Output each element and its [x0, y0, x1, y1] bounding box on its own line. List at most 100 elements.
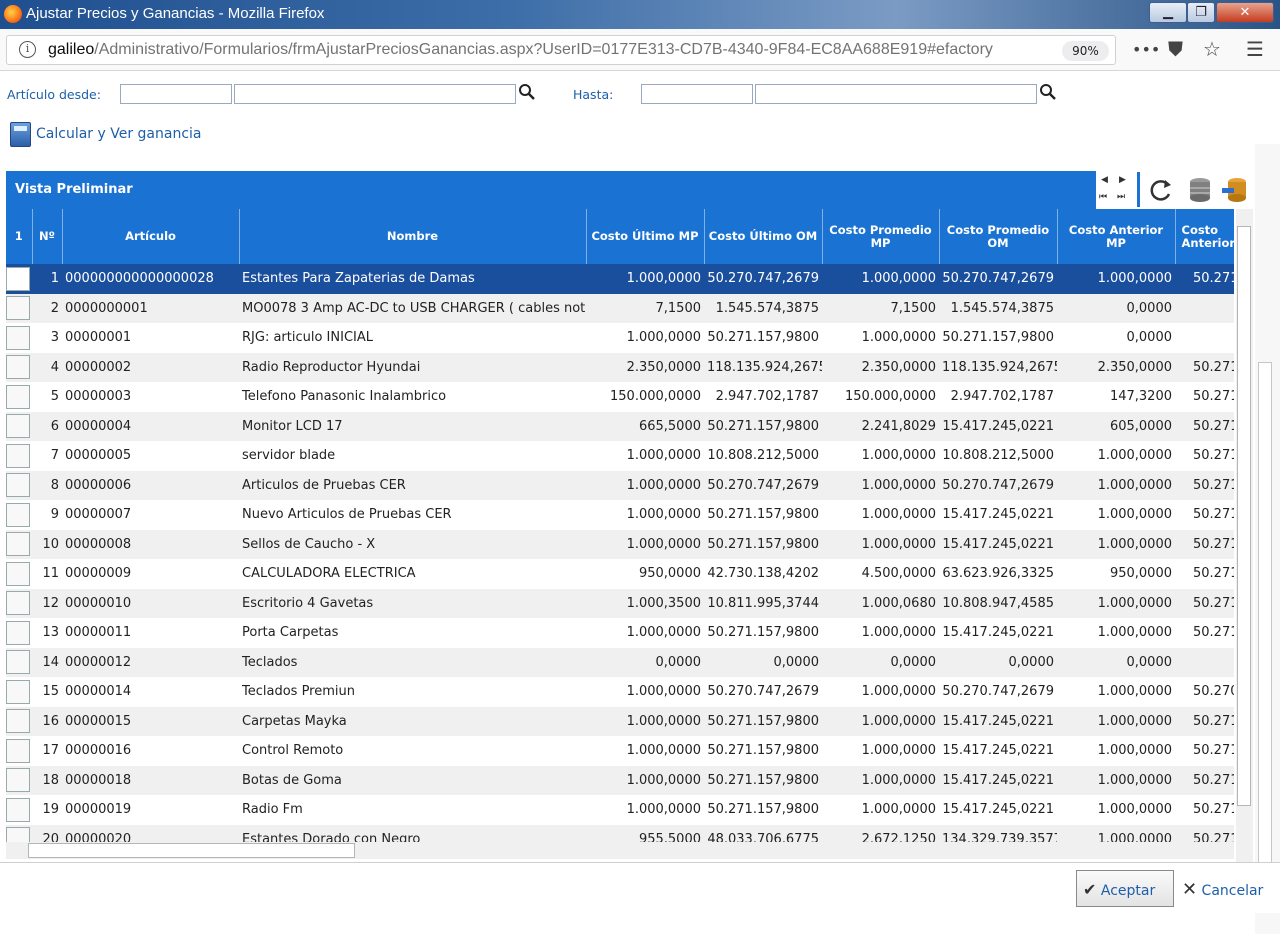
- grid-horizontal-scroll-thumb[interactable]: [28, 843, 355, 858]
- row-checkbox[interactable]: [6, 591, 30, 616]
- row-checkbox-cell[interactable]: [6, 618, 32, 648]
- table-row[interactable]: 5 00000003 Telefono Panasonic Inalambrico 1…: [6, 382, 1234, 412]
- row-checkbox-cell[interactable]: [6, 264, 32, 294]
- row-checkbox[interactable]: [6, 797, 30, 822]
- row-checkbox[interactable]: [6, 738, 30, 763]
- zoom-indicator[interactable]: 90%: [1062, 41, 1109, 61]
- table-row[interactable]: 8 00000006 Articulos de Pruebas CER 1.000,0…: [6, 470, 1234, 501]
- row-checkbox-cell[interactable]: [6, 589, 32, 619]
- row-checkbox[interactable]: [6, 620, 30, 645]
- search-hasta-icon[interactable]: [1039, 83, 1057, 105]
- search-desde-icon[interactable]: [518, 83, 536, 105]
- articulo-desde-code-input[interactable]: [120, 84, 232, 104]
- table-row[interactable]: 1 000000000000000028 Estantes Para Zapater…: [6, 264, 1234, 294]
- row-checkbox[interactable]: [6, 827, 30, 842]
- row-checkbox-cell[interactable]: [6, 353, 32, 383]
- database-export-icon[interactable]: [1187, 176, 1214, 204]
- row-checkbox[interactable]: [6, 266, 30, 291]
- maximize-button[interactable]: ❐: [1187, 2, 1215, 23]
- table-row[interactable]: 11 00000009 CALCULADORA ELECTRICA 950,0000 4…: [6, 559, 1234, 589]
- row-checkbox-cell[interactable]: [6, 500, 32, 530]
- header-costo-promedio-om[interactable]: Costo Promedio OM: [939, 209, 1058, 264]
- row-checkbox[interactable]: [6, 532, 30, 557]
- row-checkbox[interactable]: [6, 355, 30, 380]
- minimize-button[interactable]: ▁: [1149, 2, 1187, 23]
- articulo-desde-name-input[interactable]: [234, 84, 516, 104]
- hasta-name-input[interactable]: [755, 84, 1037, 104]
- table-row[interactable]: 16 00000015 Carpetas Mayka 1.000,0000 50.271…: [6, 706, 1234, 737]
- row-checkbox-cell[interactable]: [6, 648, 32, 678]
- row-checkbox[interactable]: [6, 650, 30, 675]
- table-row[interactable]: 2 0000000001 MO0078 3 Amp AC-DC to USB CHA…: [6, 293, 1234, 324]
- table-row[interactable]: 7 00000005 servidor blade 1.000,0000 10.808.…: [6, 441, 1234, 471]
- row-checkbox[interactable]: [6, 502, 30, 527]
- bookmark-star-icon[interactable]: ☆: [1203, 37, 1221, 61]
- database-import-icon[interactable]: [1220, 176, 1249, 204]
- row-checkbox[interactable]: [6, 384, 30, 409]
- row-checkbox-cell[interactable]: [6, 471, 32, 501]
- pocket-icon[interactable]: ⛊: [1168, 37, 1183, 61]
- hasta-code-input[interactable]: [641, 84, 753, 104]
- table-row[interactable]: 4 00000002 Radio Reproductor Hyundai 2.350,…: [6, 352, 1234, 383]
- row-checkbox-cell[interactable]: [6, 766, 32, 796]
- table-row[interactable]: 13 00000011 Porta Carpetas 1.000,0000 50.271…: [6, 618, 1234, 648]
- calculator-icon[interactable]: [10, 122, 31, 147]
- page-vertical-scroll-thumb[interactable]: [1258, 362, 1272, 910]
- row-checkbox[interactable]: [6, 296, 30, 321]
- table-row[interactable]: 17 00000016 Control Remoto 1.000,0000 50.271…: [6, 736, 1234, 766]
- last-page-icon[interactable]: ⏭: [1117, 192, 1125, 202]
- row-checkbox-cell[interactable]: [6, 441, 32, 471]
- page-actions-icon[interactable]: •••: [1132, 40, 1160, 59]
- first-page-icon[interactable]: ⏮: [1099, 192, 1107, 202]
- row-checkbox[interactable]: [6, 561, 30, 586]
- table-row[interactable]: 6 00000004 Monitor LCD 17 665,5000 50.271.15…: [6, 411, 1234, 442]
- row-checkbox[interactable]: [6, 709, 30, 734]
- header-articulo[interactable]: Artículo: [62, 209, 240, 264]
- cancelar-button[interactable]: ✕ Cancelar: [1180, 870, 1276, 907]
- header-costo-anterior-om[interactable]: Costo Anterior OM: [1175, 209, 1234, 264]
- aceptar-button[interactable]: ✔ Aceptar: [1076, 870, 1174, 907]
- grid-vertical-scroll-thumb[interactable]: [1237, 226, 1251, 806]
- row-checkbox-cell[interactable]: [6, 825, 32, 842]
- row-checkbox[interactable]: [6, 443, 30, 468]
- table-row[interactable]: 9 00000007 Nuevo Articulos de Pruebas CER 1…: [6, 500, 1234, 530]
- table-row[interactable]: 12 00000010 Escritorio 4 Gavetas 1.000,3500…: [6, 588, 1234, 619]
- table-row[interactable]: 14 00000012 Teclados 0,0000 0,0000 0,0000 0,00…: [6, 647, 1234, 678]
- row-checkbox-cell[interactable]: [6, 736, 32, 766]
- next-page-icon[interactable]: ▶: [1119, 175, 1126, 185]
- header-nombre[interactable]: Nombre: [239, 209, 587, 264]
- calcular-ganancia-link[interactable]: Calcular y Ver ganancia: [36, 126, 202, 142]
- row-checkbox[interactable]: [6, 325, 30, 350]
- refresh-icon[interactable]: [1148, 176, 1175, 204]
- row-checkbox-cell[interactable]: [6, 559, 32, 589]
- header-select[interactable]: 1: [6, 209, 33, 264]
- row-checkbox[interactable]: [6, 768, 30, 793]
- header-costo-promedio-mp[interactable]: Costo Promedio MP: [822, 209, 940, 264]
- close-button[interactable]: ✕: [1216, 2, 1274, 23]
- header-costo-ultimo-om[interactable]: Costo Último OM: [704, 209, 823, 264]
- url-bar[interactable]: i galileo/Administrativo/Formularios/frm…: [6, 35, 1116, 65]
- prev-page-icon[interactable]: ◀: [1101, 175, 1108, 185]
- hamburger-menu-icon[interactable]: ☰: [1246, 37, 1264, 61]
- table-row[interactable]: 20 00000020 Estantes Dorado con Negro 955,5…: [6, 824, 1234, 842]
- row-checkbox-cell[interactable]: [6, 795, 32, 825]
- header-costo-anterior-mp[interactable]: Costo Anterior MP: [1057, 209, 1176, 264]
- row-checkbox[interactable]: [6, 473, 30, 498]
- info-icon[interactable]: i: [19, 41, 36, 58]
- row-checkbox-cell[interactable]: [6, 323, 32, 353]
- row-checkbox-cell[interactable]: [6, 677, 32, 707]
- row-checkbox-cell[interactable]: [6, 382, 32, 412]
- url-text[interactable]: galileo/Administrativo/Formularios/frmAj…: [48, 41, 993, 59]
- row-checkbox-cell[interactable]: [6, 412, 32, 442]
- row-checkbox-cell[interactable]: [6, 707, 32, 737]
- table-row[interactable]: 10 00000008 Sellos de Caucho - X 1.000,0000…: [6, 529, 1234, 560]
- table-row[interactable]: 15 00000014 Teclados Premiun 1.000,0000 50.2…: [6, 677, 1234, 707]
- row-checkbox-cell[interactable]: [6, 294, 32, 324]
- row-checkbox-cell[interactable]: [6, 530, 32, 560]
- table-row[interactable]: 19 00000019 Radio Fm 1.000,0000 50.271.157,9…: [6, 795, 1234, 825]
- table-row[interactable]: 18 00000018 Botas de Goma 1.000,0000 50.271.…: [6, 765, 1234, 796]
- table-row[interactable]: 3 00000001 RJG: articulo INICIAL 1.000,0000…: [6, 323, 1234, 353]
- header-numero[interactable]: Nº: [32, 209, 63, 264]
- header-costo-ultimo-mp[interactable]: Costo Último MP: [586, 209, 705, 264]
- row-checkbox[interactable]: [6, 679, 30, 704]
